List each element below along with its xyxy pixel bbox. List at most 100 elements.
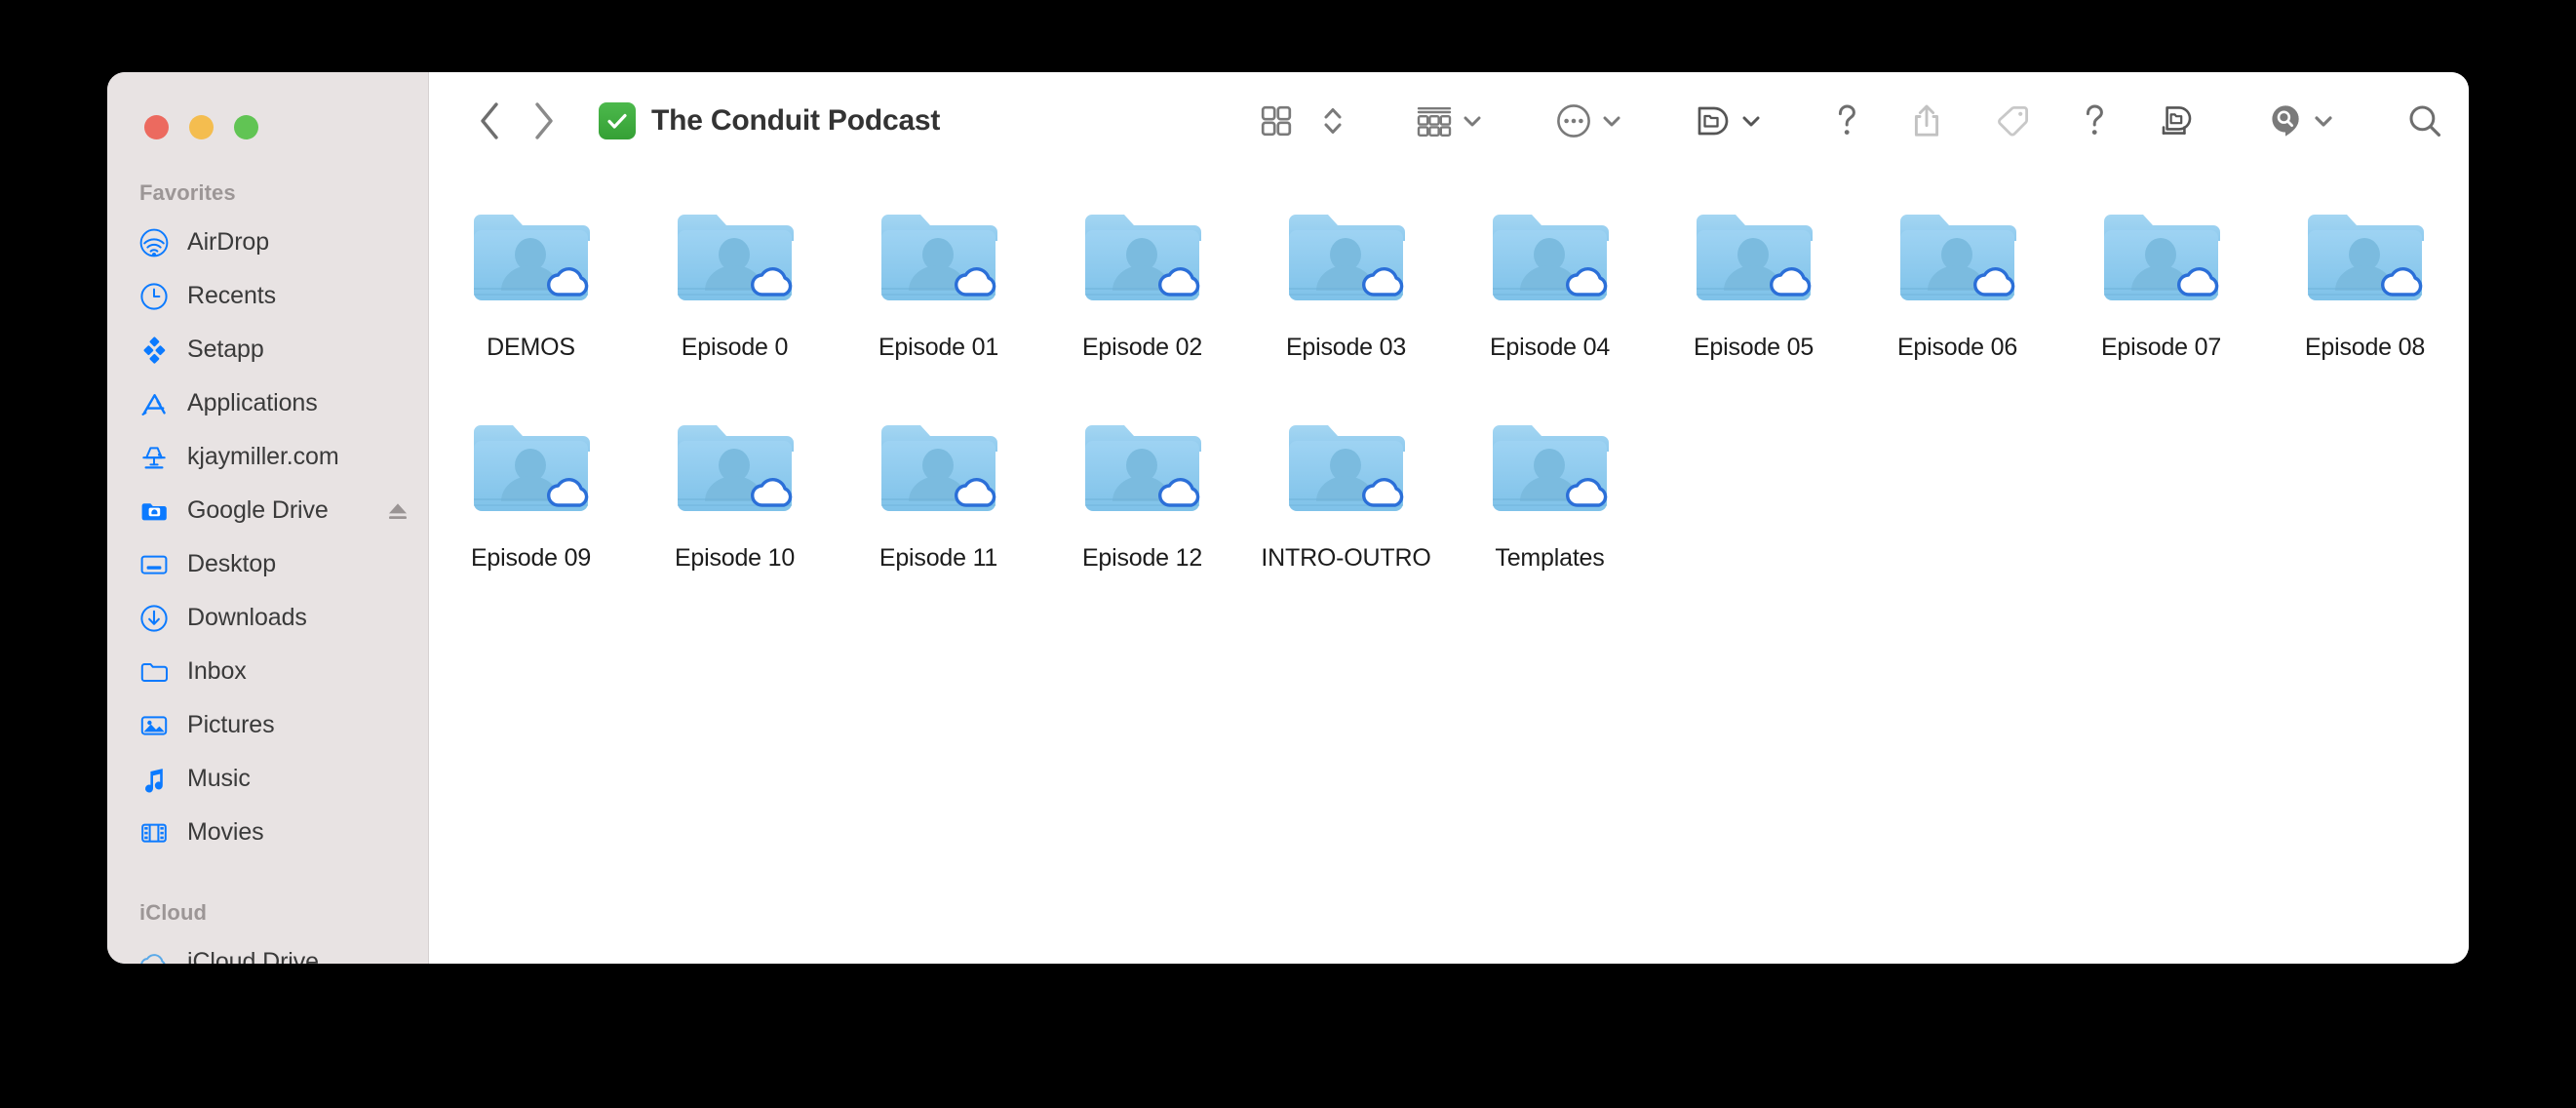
applications-icon	[139, 389, 169, 418]
zoom-window-button[interactable]	[234, 115, 258, 139]
sidebar-item-label: Music	[187, 765, 251, 792]
shared-folder-cloud-icon	[670, 205, 800, 314]
sidebar-item-label: Downloads	[187, 604, 307, 631]
toolbar: The Conduit Podcast	[429, 72, 2469, 170]
arrange-control[interactable]	[1695, 94, 1762, 148]
file-grid-item[interactable]: Episode 08	[2263, 199, 2467, 410]
file-name-label: Episode 07	[2100, 334, 2222, 361]
google-drive-folder-icon	[139, 496, 169, 526]
sidebar-item-inbox[interactable]: Inbox	[107, 645, 428, 698]
sidebar-item-google-drive[interactable]: Google Drive	[107, 484, 428, 537]
finder-window: Favorites AirDrop Recents Setapp Applica…	[107, 72, 2469, 964]
back-button[interactable]	[462, 94, 517, 148]
sidebar-item-label: Inbox	[187, 657, 247, 685]
file-grid-item[interactable]: Episode 10	[633, 410, 837, 620]
sidebar-section-header: iCloud	[139, 900, 208, 925]
shared-folder-cloud-icon	[466, 205, 596, 314]
group-by-chevron-down-icon[interactable]	[1462, 113, 1483, 129]
ellipsis-circle-icon[interactable]	[1555, 94, 1592, 148]
file-grid-item[interactable]: Episode 03	[1244, 199, 1448, 410]
pictures-icon	[139, 711, 169, 740]
chevron-right-icon	[535, 102, 553, 139]
arrange-chevron-down-icon[interactable]	[1740, 113, 1762, 129]
shared-folder-cloud-icon	[1893, 205, 2022, 314]
help-button[interactable]	[1834, 94, 1859, 148]
forward-button[interactable]	[517, 94, 571, 148]
close-window-button[interactable]	[144, 115, 169, 139]
sidebar-item-icloud-drive[interactable]: iCloud Drive	[107, 935, 428, 964]
icon-view-grid-icon[interactable]	[1260, 94, 1293, 148]
sidebar-item-kjaymiller-com[interactable]: kjaymiller.com	[107, 430, 428, 484]
share-button[interactable]	[1910, 94, 1943, 148]
search-pin-icon[interactable]	[2267, 94, 2304, 148]
file-name-label: Episode 09	[470, 544, 592, 572]
traffic-light-controls	[107, 72, 428, 139]
search-button[interactable]	[2406, 94, 2443, 148]
downloads-icon	[139, 604, 169, 633]
sidebar-item-airdrop[interactable]: AirDrop	[107, 216, 428, 269]
file-grid-item[interactable]: Episode 02	[1040, 199, 1244, 410]
sidebar-item-label: Pictures	[187, 711, 275, 738]
question-mark-icon	[2086, 104, 2103, 135]
file-name-label: Episode 04	[1489, 334, 1611, 361]
file-grid-item[interactable]: Episode 04	[1448, 199, 1652, 410]
sidebar-item-downloads[interactable]: Downloads	[107, 591, 428, 645]
sidebar-item-music[interactable]: Music	[107, 752, 428, 806]
sidebar-item-label: Google Drive	[187, 496, 329, 524]
file-name-label: Episode 06	[1896, 334, 2018, 361]
group-by-control[interactable]	[1416, 94, 1483, 148]
more-actions-control[interactable]	[1555, 94, 1622, 148]
sidebar-item-setapp[interactable]: Setapp	[107, 323, 428, 376]
group-by-icon[interactable]	[1416, 94, 1453, 148]
folder-icon	[139, 657, 169, 687]
stacked-folders-button[interactable]	[2158, 94, 2195, 148]
shared-folder-cloud-icon	[874, 205, 1003, 314]
file-grid-item[interactable]: Episode 05	[1652, 199, 1855, 410]
server-icon	[139, 443, 169, 472]
file-grid-item[interactable]: Episode 07	[2059, 199, 2263, 410]
sidebar-item-movies[interactable]: Movies	[107, 806, 428, 859]
view-mode-control[interactable]	[1260, 94, 1344, 148]
file-name-label: Episode 03	[1285, 334, 1407, 361]
more-actions-chevron-down-icon[interactable]	[1601, 113, 1622, 129]
file-grid-item[interactable]: Episode 06	[1855, 199, 2059, 410]
saved-search-chevron-down-icon[interactable]	[2313, 113, 2334, 129]
saved-search-control[interactable]	[2267, 94, 2334, 148]
minimize-window-button[interactable]	[189, 115, 214, 139]
file-name-label: DEMOS	[487, 334, 575, 361]
file-grid-item[interactable]: Episode 01	[837, 199, 1040, 410]
file-grid-item[interactable]: DEMOS	[429, 199, 633, 410]
up-down-chevron-icon[interactable]	[1322, 94, 1344, 148]
chevron-left-icon	[481, 102, 498, 139]
file-grid-item[interactable]: Episode 0	[633, 199, 837, 410]
file-name-label: Episode 11	[878, 544, 998, 572]
file-name-label: Episode 10	[674, 544, 796, 572]
file-grid-item[interactable]: Templates	[1448, 410, 1652, 620]
sidebar-item-label: Desktop	[187, 550, 277, 577]
file-name-label: Episode 08	[2304, 334, 2426, 361]
folder-badge-icon[interactable]	[1695, 94, 1732, 148]
sidebar-item-applications[interactable]: Applications	[107, 376, 428, 430]
sidebar-item-recents[interactable]: Recents	[107, 269, 428, 323]
shared-folder-cloud-icon	[1689, 205, 1818, 314]
airdrop-icon	[139, 228, 169, 257]
file-name-label: Episode 0	[681, 334, 789, 361]
shared-folder-cloud-icon	[1281, 416, 1411, 525]
file-grid-item[interactable]: Episode 09	[429, 410, 633, 620]
file-grid-item[interactable]: Episode 12	[1040, 410, 1244, 620]
tag-button[interactable]	[1994, 94, 2031, 148]
shared-folder-cloud-icon	[1077, 416, 1207, 525]
file-grid[interactable]: DEMOS Episode 0 Episode 01 Episode 02 Ep…	[429, 170, 2469, 964]
file-grid-item[interactable]: INTRO-OUTRO	[1244, 410, 1448, 620]
sidebar-sections: Favorites AirDrop Recents Setapp Applica…	[107, 180, 428, 964]
eject-button[interactable]	[385, 498, 410, 524]
file-grid-item[interactable]: Episode 11	[837, 410, 1040, 620]
shared-folder-cloud-icon	[1281, 205, 1411, 314]
help-secondary-button[interactable]	[2082, 94, 2107, 148]
sidebar-item-pictures[interactable]: Pictures	[107, 698, 428, 752]
main-pane: The Conduit Podcast DEMOS Episode 0 Epis…	[429, 72, 2469, 964]
sidebar-item-label: AirDrop	[187, 228, 270, 256]
sidebar-item-desktop[interactable]: Desktop	[107, 537, 428, 591]
sidebar-item-label: Applications	[187, 389, 318, 416]
shared-folder-cloud-icon	[1485, 205, 1615, 314]
